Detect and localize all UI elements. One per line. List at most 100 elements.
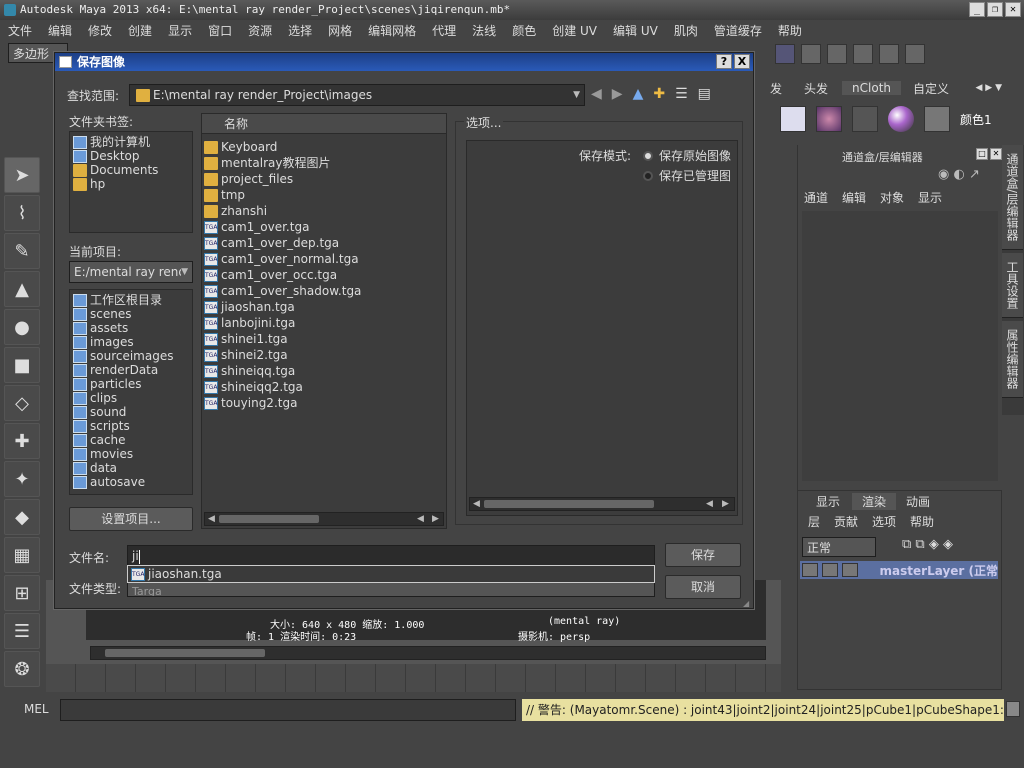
scroll-thumb[interactable] [105, 649, 265, 657]
scroll-left-icon-2[interactable]: ◀ [417, 514, 424, 524]
project-dir-item[interactable]: cache [73, 433, 189, 447]
menu-show[interactable]: 显示 [918, 189, 942, 206]
menu-item[interactable]: 创建 UV [544, 22, 605, 39]
file-item[interactable]: TGA shineiqq2.tga [204, 379, 444, 395]
new-folder-icon[interactable]: ✚ [653, 86, 665, 102]
last-tool-icon[interactable]: ✦ [4, 461, 40, 497]
render-view-scrollbar[interactable] [90, 646, 766, 660]
project-dir-item[interactable]: data [73, 461, 189, 475]
project-dir-item[interactable]: renderData [73, 363, 189, 377]
project-dir-item[interactable]: images [73, 335, 189, 349]
project-dir-item[interactable]: sourceimages [73, 349, 189, 363]
menu-item[interactable]: 编辑网格 [360, 22, 424, 39]
cancel-button[interactable]: 取消 [665, 575, 741, 599]
file-item[interactable]: TGA jiaoshan.tga [204, 299, 444, 315]
recycle-icon[interactable] [821, 563, 838, 577]
render-view-shelf-icon[interactable] [852, 106, 878, 132]
scroll-right-icon[interactable]: ▶ [432, 514, 439, 524]
radio-unselected[interactable] [643, 170, 653, 181]
mel-input[interactable] [60, 699, 516, 721]
menu-item[interactable]: 文件 [0, 22, 40, 39]
layer-mode-dropdown[interactable]: 正常 [802, 537, 876, 557]
file-item[interactable]: TGA cam1_over_normal.tga [204, 251, 444, 267]
detail-view-icon[interactable]: ▤ [698, 86, 711, 102]
options-scrollbar[interactable]: ◀ ◀ ▶ [469, 497, 735, 511]
project-dir-item[interactable]: scripts [73, 419, 189, 433]
scale-tool-icon[interactable]: ■ [4, 347, 40, 383]
scroll-left-icon[interactable]: ◀ [208, 514, 215, 524]
autocomplete-item[interactable]: jiaoshan.tga [148, 567, 222, 581]
menu-item[interactable]: 管道缓存 [706, 22, 770, 39]
project-dir-item[interactable]: scenes [73, 307, 189, 321]
look-in-dropdown[interactable]: E:\mental ray render_Project\images ▼ [129, 84, 585, 106]
menu-item[interactable]: 创建 [120, 22, 160, 39]
save-mode-managed[interactable]: 保存已管理图 [643, 167, 731, 184]
layer-tab-anim[interactable]: 动画 [896, 493, 940, 510]
render-toggle-icon[interactable] [802, 563, 818, 577]
file-list-scrollbar[interactable]: ◀ ◀ ▶ [204, 512, 444, 526]
color-shelf-label[interactable]: 颜色1 [960, 111, 992, 128]
layer-menu-contribution[interactable]: 贡献 [834, 513, 858, 530]
channel-icons[interactable]: ◉ ◐ ↗ [938, 167, 998, 183]
float-panel-button[interactable]: □ [976, 148, 988, 160]
up-folder-icon[interactable]: ▲ [633, 86, 644, 102]
bookmark-item[interactable]: hp [73, 177, 189, 191]
menu-item[interactable]: 网格 [320, 22, 360, 39]
vtab-channel-box[interactable]: 通道盒/层编辑器 [1002, 145, 1023, 251]
autocomplete-popup[interactable]: TGA jiaoshan.tga [127, 565, 655, 583]
bookmark-item[interactable]: Desktop [73, 149, 189, 163]
shelf-tab-hair-partial[interactable]: 发 [762, 80, 790, 97]
scroll-thumb[interactable] [484, 500, 654, 508]
outliner-icon[interactable] [879, 44, 899, 64]
render-settings-icon[interactable] [827, 44, 847, 64]
menu-item[interactable]: 帮助 [770, 22, 810, 39]
forward-icon[interactable]: ▶ [612, 86, 623, 102]
vtab-tool-settings[interactable]: 工具设置 [1002, 253, 1023, 319]
shelf-scroll-arrows[interactable]: ◀ ▶ ▼ [976, 83, 1003, 93]
rotate-tool-icon[interactable]: ● [4, 309, 40, 345]
lasso-tool-icon[interactable]: ⌇ [4, 195, 40, 231]
file-item[interactable]: TGA cam1_over_occ.tga [204, 267, 444, 283]
project-dir-item[interactable]: particles [73, 377, 189, 391]
vtab-attribute-editor[interactable]: 属性编辑器 [1002, 321, 1023, 399]
layer-menu-help[interactable]: 帮助 [910, 513, 934, 530]
close-panel-button[interactable]: ✕ [990, 148, 1002, 160]
menu-item[interactable]: 代理 [424, 22, 464, 39]
menu-item[interactable]: 法线 [464, 22, 504, 39]
layer-tab-display[interactable]: 显示 [804, 493, 852, 510]
restore-button[interactable]: ❐ [987, 2, 1003, 17]
project-dir-item[interactable]: movies [73, 447, 189, 461]
menu-item[interactable]: 编辑 [40, 22, 80, 39]
file-name-input[interactable]: ji [127, 545, 655, 567]
shelf-tab-ncloth[interactable]: nCloth [842, 81, 902, 95]
menu-item[interactable]: 窗口 [200, 22, 240, 39]
paint-icon[interactable] [924, 106, 950, 132]
master-layer-row[interactable]: masterLayer (正常 [800, 561, 998, 579]
menu-item[interactable]: 显示 [160, 22, 200, 39]
bookmark-item[interactable]: Documents [73, 163, 189, 177]
soft-mod-icon[interactable]: ✚ [4, 423, 40, 459]
select-tool-icon[interactable]: ➤ [4, 157, 40, 193]
layout-outliner-icon[interactable]: ☰ [4, 613, 40, 649]
maya-swirl-icon[interactable]: ❂ [4, 651, 40, 687]
scroll-left-icon[interactable]: ◀ [473, 499, 480, 509]
hypershade-icon[interactable] [853, 44, 873, 64]
shader-ball-icon[interactable] [888, 106, 914, 132]
resize-grip-icon[interactable]: ◢ [743, 599, 753, 609]
channel-toggle-icon[interactable] [905, 44, 925, 64]
file-item[interactable]: TGA touying2.tga [204, 395, 444, 411]
menu-edit[interactable]: 编辑 [842, 189, 866, 206]
help-button[interactable]: ? [716, 54, 732, 69]
file-item[interactable]: TGA lanbojini.tga [204, 315, 444, 331]
menu-channels[interactable]: 通道 [804, 189, 828, 206]
project-dir-item[interactable]: sound [73, 405, 189, 419]
list-view-icon[interactable]: ☰ [675, 86, 688, 102]
project-dir-item[interactable]: clips [73, 391, 189, 405]
file-item[interactable]: TGA cam1_over.tga [204, 219, 444, 235]
project-dir-item[interactable]: 工作区根目录 [73, 293, 189, 307]
name-column-header[interactable]: 名称 [202, 114, 446, 134]
shelf-tab-custom[interactable]: 自定义 [905, 80, 957, 97]
paint-select-icon[interactable]: ✎ [4, 233, 40, 269]
dialog-close-button[interactable]: X [734, 54, 750, 69]
layout-four-icon[interactable]: ⊞ [4, 575, 40, 611]
